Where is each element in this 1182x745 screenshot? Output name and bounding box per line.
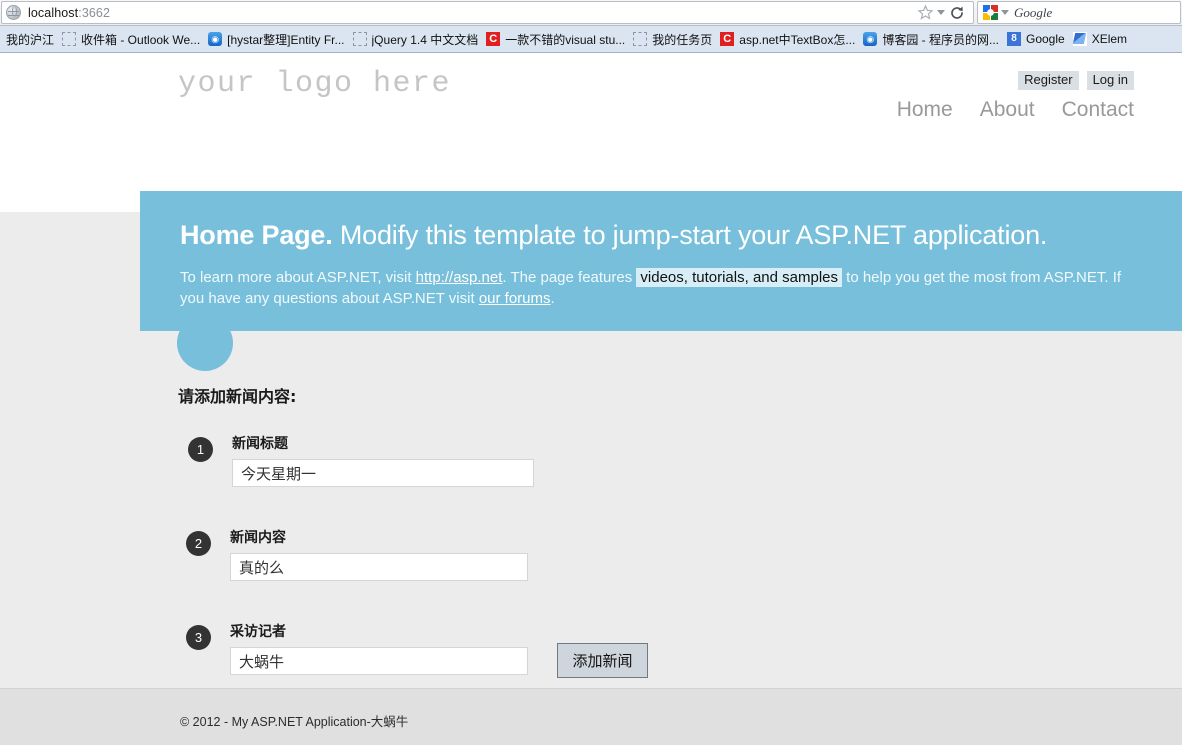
step-label-news-title: 新闻标题 xyxy=(232,436,288,452)
bookmark-star-icon[interactable] xyxy=(917,4,934,21)
bookmark-item[interactable]: 我的沪江 xyxy=(2,29,58,49)
bookmark-label: 收件箱 - Outlook We... xyxy=(81,32,201,47)
step-label-news-content: 新闻内容 xyxy=(230,530,286,546)
bookmark-favicon-red-c-icon: C xyxy=(486,32,501,46)
browser-toolbar: localhost:3662 Google xyxy=(0,0,1182,26)
banner-heading: Home Page. Modify this template to jump-… xyxy=(180,220,1142,251)
google-logo-icon xyxy=(983,4,999,21)
reload-icon[interactable] xyxy=(948,4,966,22)
globe-icon xyxy=(6,5,21,20)
reporter-input[interactable] xyxy=(230,647,528,675)
bookmark-label: 我的沪江 xyxy=(6,32,55,47)
nav-item-contact[interactable]: Contact xyxy=(1062,98,1134,122)
bookmark-favicon-g8-icon: 8 xyxy=(1007,32,1021,46)
bookmark-label: 我的任务页 xyxy=(652,32,713,47)
bookmark-item[interactable]: C 一款不错的visual stu... xyxy=(482,29,629,49)
bookmark-favicon-red-c-icon: C xyxy=(720,32,735,46)
search-engine-label: Google xyxy=(1014,4,1053,20)
banner-heading-rest: Modify this template to jump-start your … xyxy=(332,220,1048,250)
footer-copyright: © 2012 - My ASP.NET Application-大蜗牛 xyxy=(180,715,409,729)
chevron-down-icon[interactable] xyxy=(937,10,945,15)
login-link[interactable]: Log in xyxy=(1086,71,1134,90)
form-title: 请添加新闻内容: xyxy=(178,387,297,406)
address-bar-text: localhost:3662 xyxy=(28,6,110,20)
nav-item-about[interactable]: About xyxy=(980,98,1035,122)
site-header: your logo here Register Log in Home Abou… xyxy=(0,53,1182,138)
news-title-input[interactable] xyxy=(232,459,534,487)
add-news-button[interactable]: 添加新闻 xyxy=(557,643,648,678)
step-number-badge: 3 xyxy=(186,625,211,650)
bookmark-favicon-placeholder-icon xyxy=(633,32,648,46)
bookmark-item[interactable]: 8 Google xyxy=(1003,29,1069,49)
hero-banner: Home Page. Modify this template to jump-… xyxy=(140,191,1182,331)
register-link[interactable]: Register xyxy=(1018,71,1079,90)
bookmark-label: 一款不错的visual stu... xyxy=(505,32,626,47)
banner-circle-decoration xyxy=(177,315,233,371)
form-step-2: 2 新闻内容 xyxy=(186,529,1182,593)
bookmark-item[interactable]: ◉ 博客园 - 程序员的网... xyxy=(859,29,1003,49)
form-step-1: 1 新闻标题 xyxy=(186,435,1182,499)
step-label-reporter: 采访记者 xyxy=(230,624,286,640)
aspnet-link[interactable]: http://asp.net xyxy=(416,269,503,286)
banner-text-4: . xyxy=(550,289,555,307)
main-navigation: Home About Contact xyxy=(897,98,1134,122)
address-bar[interactable]: localhost:3662 xyxy=(1,1,974,24)
bookmark-item[interactable]: XElem xyxy=(1069,29,1131,49)
bookmark-item[interactable]: ◉ [hystar整理]Entity Fr... xyxy=(204,29,348,49)
bookmark-label: [hystar整理]Entity Fr... xyxy=(227,32,345,47)
site-footer: © 2012 - My ASP.NET Application-大蜗牛 xyxy=(0,688,1182,745)
site-logo: your logo here xyxy=(178,67,452,101)
form-step-3: 3 采访记者 xyxy=(186,623,1182,687)
banner-text-2: . The page features xyxy=(502,268,637,286)
banner-description: To learn more about ASP.NET, visit http:… xyxy=(180,267,1142,309)
browser-chrome: localhost:3662 Google 我的沪江 收件箱 - Outlook… xyxy=(0,0,1182,53)
url-port: :3662 xyxy=(78,5,111,20)
bookmark-item[interactable]: 我的任务页 xyxy=(629,29,716,49)
bookmark-favicon-placeholder-icon xyxy=(352,32,367,46)
banner-text-1: To learn more about ASP.NET, visit xyxy=(180,268,416,286)
bookmark-label: asp.net中TextBox怎... xyxy=(739,32,856,47)
news-content-input[interactable] xyxy=(230,553,528,581)
bookmark-favicon-placeholder-icon xyxy=(62,32,77,46)
auth-links: Register Log in xyxy=(1018,71,1134,90)
search-engine-caret-icon[interactable] xyxy=(1001,10,1009,15)
page-viewport: your logo here Register Log in Home Abou… xyxy=(0,53,1182,745)
bookmark-label: XElem xyxy=(1091,32,1128,46)
videos-tutorials-samples-link[interactable]: videos, tutorials, and samples xyxy=(636,267,842,287)
bookmark-favicon-blue-icon: ◉ xyxy=(863,32,878,46)
search-engine-box[interactable]: Google xyxy=(977,1,1181,24)
bookmark-item[interactable]: jQuery 1.4 中文文档 xyxy=(349,29,483,49)
bookmark-favicon-blue-icon: ◉ xyxy=(208,32,223,46)
nav-item-home[interactable]: Home xyxy=(897,98,953,122)
bookmark-label: Google xyxy=(1026,32,1065,46)
bookmark-label: 博客园 - 程序员的网... xyxy=(882,32,999,47)
bookmark-label: jQuery 1.4 中文文档 xyxy=(371,32,479,47)
step-number-badge: 2 xyxy=(186,531,211,556)
bookmark-item[interactable]: 收件箱 - Outlook We... xyxy=(58,29,204,49)
our-forums-link[interactable]: our forums xyxy=(479,290,551,307)
banner-heading-strong: Home Page. xyxy=(180,220,333,250)
bookmark-favicon-xel-icon xyxy=(1072,32,1087,46)
bookmarks-bar: 我的沪江 收件箱 - Outlook We... ◉ [hystar整理]Enti… xyxy=(0,26,1182,53)
step-number-badge: 1 xyxy=(188,437,213,462)
bookmark-item[interactable]: Casp.net中TextBox怎... xyxy=(716,29,859,49)
url-host: localhost xyxy=(28,5,79,20)
